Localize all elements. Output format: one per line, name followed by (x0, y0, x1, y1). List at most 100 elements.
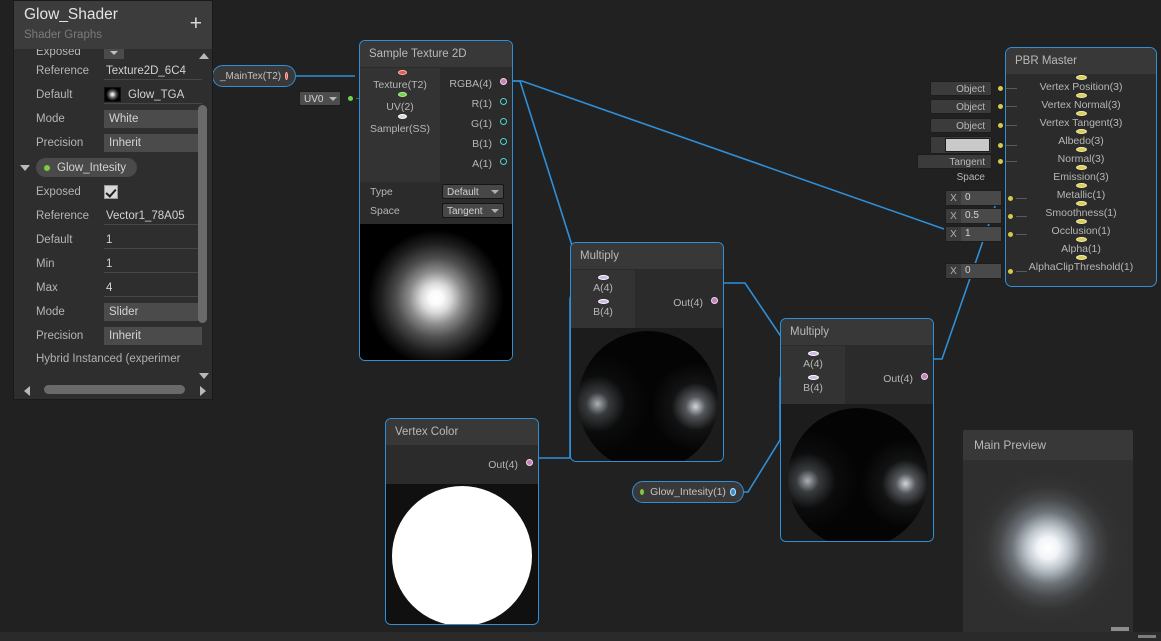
control-value[interactable]: 0 (961, 264, 1001, 278)
port-out[interactable]: Out(4) (845, 350, 933, 389)
texture-mode-row[interactable]: Mode White (14, 107, 212, 131)
port-uv-dot[interactable] (398, 92, 407, 97)
master-control-alpha-clip-threshold[interactable]: X 0 (945, 263, 1027, 279)
node-sample-texture-2d[interactable]: Sample Texture 2D Texture(T2) UV(2) Samp… (359, 40, 513, 361)
slot-port-dot[interactable] (1076, 111, 1087, 116)
port-b[interactable]: B(1) (440, 134, 512, 154)
albedo-color-field[interactable] (930, 136, 992, 154)
vector-reference-row[interactable]: Reference Vector1_78A05 (14, 204, 212, 228)
setting-space-dropdown[interactable]: Tangent (442, 203, 504, 218)
port-out[interactable]: Out(4) (386, 450, 538, 478)
port-a[interactable]: A(4) (571, 274, 635, 298)
vector-precision-row[interactable]: Precision Inherit (14, 324, 212, 348)
control-value[interactable]: 0 (961, 191, 1001, 205)
master-control-smoothness[interactable]: X 0.5 (945, 208, 1027, 224)
setting-type[interactable]: Type Default (360, 182, 512, 201)
node-multiply-1[interactable]: Multiply A(4) B(4) Out(4) (570, 242, 724, 462)
hybrid-instanced-label[interactable]: Hybrid Instanced (experimer (14, 348, 212, 370)
port-r[interactable]: R(1) (440, 94, 512, 114)
texture-precision-field[interactable]: Inherit (104, 134, 202, 152)
vector-mode-row[interactable]: Mode Slider (14, 300, 212, 324)
slot-port-dot[interactable] (1076, 255, 1087, 260)
texture-reference-row[interactable]: Reference Texture2D_6C4 (14, 59, 212, 83)
port-a-dot[interactable] (808, 351, 819, 356)
control-value[interactable]: Tangent Space (917, 154, 992, 183)
slot-port-dot[interactable] (1076, 237, 1087, 242)
control-value[interactable]: Object Space (930, 81, 992, 110)
master-control-vertex-normal[interactable]: Object Space (930, 99, 1017, 128)
control-port-dot[interactable] (998, 159, 1003, 164)
port-texture[interactable]: Texture(T2) (360, 70, 440, 94)
port-sampler[interactable]: Sampler(SS) (360, 114, 440, 138)
control-port-dot[interactable] (998, 104, 1003, 109)
glow-intensity-output-port[interactable] (729, 488, 736, 496)
slot-port-dot[interactable] (1076, 219, 1087, 224)
vertical-scroll-thumb[interactable] (198, 105, 207, 323)
vector-max-row[interactable]: Max 4 (14, 276, 212, 300)
slot-port-dot[interactable] (1076, 201, 1087, 206)
vector-property-header[interactable]: Glow_Intesity (14, 155, 212, 180)
node-pbr-master[interactable]: PBR Master Vertex Position(3) Vertex Nor… (1005, 47, 1157, 287)
control-port-dot[interactable] (998, 123, 1003, 128)
blackboard-vertical-scrollbar[interactable] (197, 51, 210, 381)
texture-default-row[interactable]: Default Glow_TGA (14, 83, 212, 107)
smoothness-number-field[interactable]: X 0.5 (945, 208, 1002, 224)
slot-port-dot[interactable] (1076, 93, 1087, 98)
uv0-dropdown[interactable]: UV0 (299, 91, 341, 106)
uv0-output-port[interactable] (348, 96, 353, 101)
vector-min-row[interactable]: Min 1 (14, 252, 212, 276)
vector-default-field[interactable]: 1 (104, 231, 202, 249)
metallic-number-field[interactable]: X 0 (945, 190, 1002, 206)
master-control-occlusion[interactable]: X 1 (945, 226, 1027, 242)
control-port-dot[interactable] (1008, 268, 1013, 274)
port-out-dot[interactable] (526, 459, 533, 466)
master-control-albedo[interactable] (930, 136, 1017, 154)
port-r-dot[interactable] (500, 98, 507, 105)
port-a[interactable]: A(1) (440, 154, 512, 176)
port-rgba-dot[interactable] (500, 78, 507, 85)
control-port-dot[interactable] (1008, 213, 1013, 219)
node-glow-intensity-property[interactable]: Glow_Intesity(1) (632, 481, 744, 503)
node-vertex-color[interactable]: Vertex Color Out(4) (385, 418, 539, 625)
add-property-button[interactable]: + (190, 13, 202, 34)
vector-exposed-checkbox[interactable] (104, 185, 118, 199)
control-port-dot[interactable] (998, 142, 1003, 148)
scroll-right-arrow-icon[interactable] (200, 386, 206, 396)
control-value[interactable]: Object Space (930, 118, 992, 147)
main-preview-panel[interactable]: Main Preview (963, 430, 1133, 635)
port-g[interactable]: G(1) (440, 114, 512, 134)
port-b[interactable]: B(4) (781, 374, 845, 398)
scroll-up-arrow-icon[interactable] (199, 53, 209, 59)
control-value[interactable]: Object Space (930, 99, 992, 128)
scroll-down-arrow-icon[interactable] (199, 373, 209, 379)
scroll-left-arrow-icon[interactable] (24, 386, 30, 396)
slot-port-dot[interactable] (1076, 147, 1087, 152)
port-b-dot[interactable] (808, 375, 819, 380)
texture-default-field[interactable]: Glow_TGA (104, 86, 202, 104)
port-sampler-dot[interactable] (398, 114, 407, 119)
alpha-clip-number-field[interactable]: X 0 (945, 263, 1002, 279)
control-port-dot[interactable] (1008, 231, 1013, 237)
setting-type-dropdown[interactable]: Default (442, 184, 504, 199)
texture-mode-field[interactable]: White (104, 110, 202, 128)
vector-max-field[interactable]: 4 (104, 279, 202, 297)
node-maintex-property[interactable]: _MainTex(T2) (212, 65, 296, 87)
horizontal-scroll-thumb[interactable] (44, 385, 185, 394)
port-out[interactable]: Out(4) (635, 274, 723, 313)
port-uv[interactable]: UV(2) (360, 92, 440, 116)
control-value[interactable]: 0.5 (961, 209, 1001, 223)
master-control-vertex-position[interactable]: Object Space (930, 81, 1017, 110)
occlusion-number-field[interactable]: X 1 (945, 226, 1002, 242)
resize-grip-icon[interactable] (1111, 627, 1129, 631)
slot-port-dot[interactable] (1076, 75, 1087, 80)
vector-mode-field[interactable]: Slider (104, 303, 202, 321)
slot-port-dot[interactable] (1076, 129, 1087, 134)
maintex-output-port[interactable] (285, 72, 288, 80)
albedo-color-swatch[interactable] (945, 138, 990, 152)
port-g-dot[interactable] (500, 118, 507, 125)
texture-reference-field[interactable]: Texture2D_6C4 (104, 62, 202, 80)
port-a[interactable]: A(4) (781, 350, 845, 374)
vector-reference-field[interactable]: Vector1_78A05 (104, 207, 202, 225)
port-b-dot[interactable] (500, 138, 507, 145)
port-texture-dot[interactable] (398, 70, 407, 75)
